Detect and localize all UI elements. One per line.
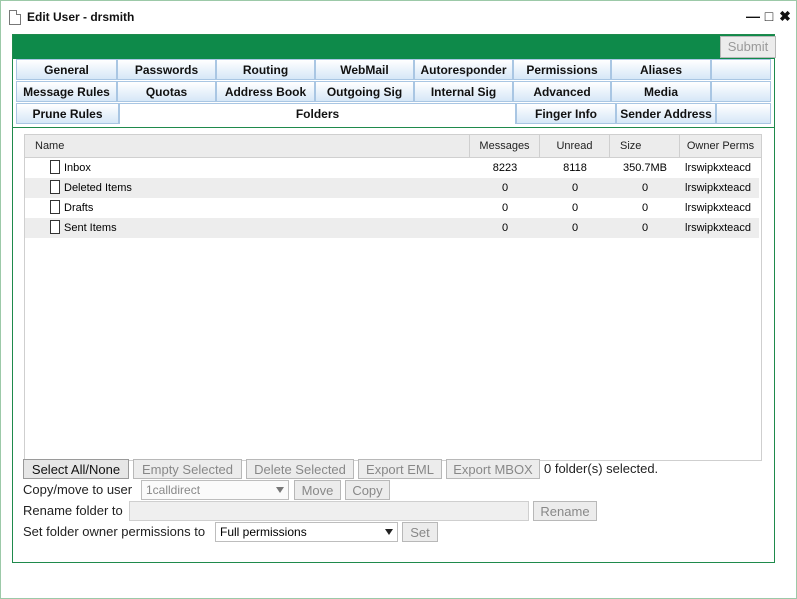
selection-status: 0 folder(s) selected. [544, 461, 659, 476]
copy-move-label: Copy/move to user [23, 482, 133, 497]
folder-size: 350.7MB [622, 162, 668, 174]
unread-count: 0 [571, 182, 579, 194]
folder-file-icon [50, 160, 60, 174]
rename-input[interactable] [129, 501, 529, 521]
folder-file-icon [50, 180, 60, 194]
folder-actions: Select All/None Empty Selected Delete Se… [13, 459, 774, 569]
tab-address-book[interactable]: Address Book [216, 81, 315, 102]
tab-general[interactable]: General [16, 59, 117, 80]
tab-media[interactable]: Media [611, 81, 711, 102]
tab-permissions[interactable]: Permissions [513, 59, 611, 80]
tab-filler [711, 59, 771, 80]
table-row[interactable]: Drafts 0 0 0 lrswipkxteacd [25, 198, 759, 218]
editor-panel: Submit General Passwords Routing WebMail… [12, 34, 776, 563]
delete-selected-button[interactable]: Delete Selected [246, 459, 354, 479]
user-select-value: 1calldirect [146, 483, 201, 497]
edit-user-window: Edit User - drsmith — □ ✖ Submit General… [0, 0, 797, 599]
tab-divider [13, 127, 774, 128]
unread-count: 0 [571, 202, 579, 214]
column-header-size[interactable]: Size [610, 135, 680, 157]
messages-count: 0 [501, 202, 509, 214]
unread-count: 8118 [563, 162, 587, 174]
set-button[interactable]: Set [402, 522, 438, 542]
owner-perms: lrswipkxteacd [685, 182, 752, 194]
chevron-down-icon [276, 487, 284, 493]
folder-file-icon [50, 220, 60, 234]
rename-button[interactable]: Rename [533, 501, 597, 521]
column-header-name[interactable]: Name [25, 135, 470, 157]
empty-selected-button[interactable]: Empty Selected [133, 459, 242, 479]
maximize-icon[interactable]: □ [763, 8, 775, 24]
tab-quotas[interactable]: Quotas [117, 81, 216, 102]
tab-filler [711, 81, 771, 102]
document-icon [9, 10, 21, 25]
owner-perms: lrswipkxteacd [685, 162, 752, 174]
rename-label: Rename folder to [23, 503, 123, 518]
select-all-button[interactable]: Select All/None [23, 459, 129, 479]
tab-outgoing-sig[interactable]: Outgoing Sig [315, 81, 414, 102]
owner-perms: lrswipkxteacd [685, 222, 752, 234]
owner-perms: lrswipkxteacd [685, 202, 752, 214]
folder-size: 0 [641, 202, 649, 214]
column-header-unread[interactable]: Unread [540, 135, 610, 157]
tab-bar: General Passwords Routing WebMail Settin… [16, 59, 774, 129]
permissions-select-value: Full permissions [220, 525, 307, 539]
tab-webmail-settings[interactable]: WebMail Settings [315, 59, 414, 98]
table-row[interactable]: Inbox 8223 8118 350.7MB lrswipkxteacd [25, 158, 759, 178]
toolbar: Submit [13, 35, 776, 59]
folder-size: 0 [641, 182, 649, 194]
permissions-select[interactable]: Full permissions [215, 522, 398, 542]
tab-filler [716, 103, 771, 124]
folder-name: Deleted Items [64, 182, 132, 194]
messages-count: 0 [501, 182, 509, 194]
tab-routing[interactable]: Routing [216, 59, 315, 80]
messages-count: 8223 [492, 162, 518, 174]
folder-name: Sent Items [64, 222, 117, 234]
folder-size: 0 [641, 222, 649, 234]
tab-finger-info[interactable]: Finger Info [516, 103, 616, 124]
folder-file-icon [50, 200, 60, 214]
tab-autoresponder[interactable]: Autoresponder [414, 59, 513, 80]
folder-name: Drafts [64, 202, 94, 214]
tab-passwords[interactable]: Passwords [117, 59, 216, 80]
export-mbox-button[interactable]: Export MBOX [446, 459, 540, 479]
table-row[interactable]: Sent Items 0 0 0 lrswipkxteacd [25, 218, 759, 238]
tab-internal-sig[interactable]: Internal Sig [414, 81, 513, 102]
messages-count: 0 [501, 222, 509, 234]
chevron-down-icon [385, 529, 393, 535]
close-icon[interactable]: ✖ [779, 8, 791, 24]
table-row[interactable]: Deleted Items 0 0 0 lrswipkxteacd [25, 178, 759, 198]
folder-grid[interactable]: Name Messages Unread Size Owner Perms In… [24, 134, 762, 461]
unread-count: 0 [571, 222, 579, 234]
tab-message-rules[interactable]: Message Rules [16, 81, 117, 102]
copy-button[interactable]: Copy [345, 480, 390, 500]
tab-sender-address[interactable]: Sender Address [616, 103, 716, 124]
column-header-owner-perms[interactable]: Owner Perms [680, 135, 761, 157]
minimize-icon[interactable]: — [746, 8, 760, 24]
user-select[interactable]: 1calldirect [141, 480, 289, 500]
permissions-label: Set folder owner permissions to [23, 524, 206, 539]
tab-aliases[interactable]: Aliases [611, 59, 711, 80]
export-eml-button[interactable]: Export EML [358, 459, 442, 479]
column-header-messages[interactable]: Messages [470, 135, 540, 157]
titlebar: Edit User - drsmith — □ ✖ [1, 1, 796, 33]
window-title: Edit User - drsmith [27, 10, 135, 24]
tab-folders[interactable]: Folders [119, 103, 516, 124]
grid-header: Name Messages Unread Size Owner Perms [25, 135, 761, 158]
tab-advanced[interactable]: Advanced [513, 81, 611, 102]
move-button[interactable]: Move [294, 480, 341, 500]
tab-prune-rules[interactable]: Prune Rules [16, 103, 119, 124]
submit-button[interactable]: Submit [720, 36, 776, 58]
folder-name: Inbox [64, 162, 91, 174]
